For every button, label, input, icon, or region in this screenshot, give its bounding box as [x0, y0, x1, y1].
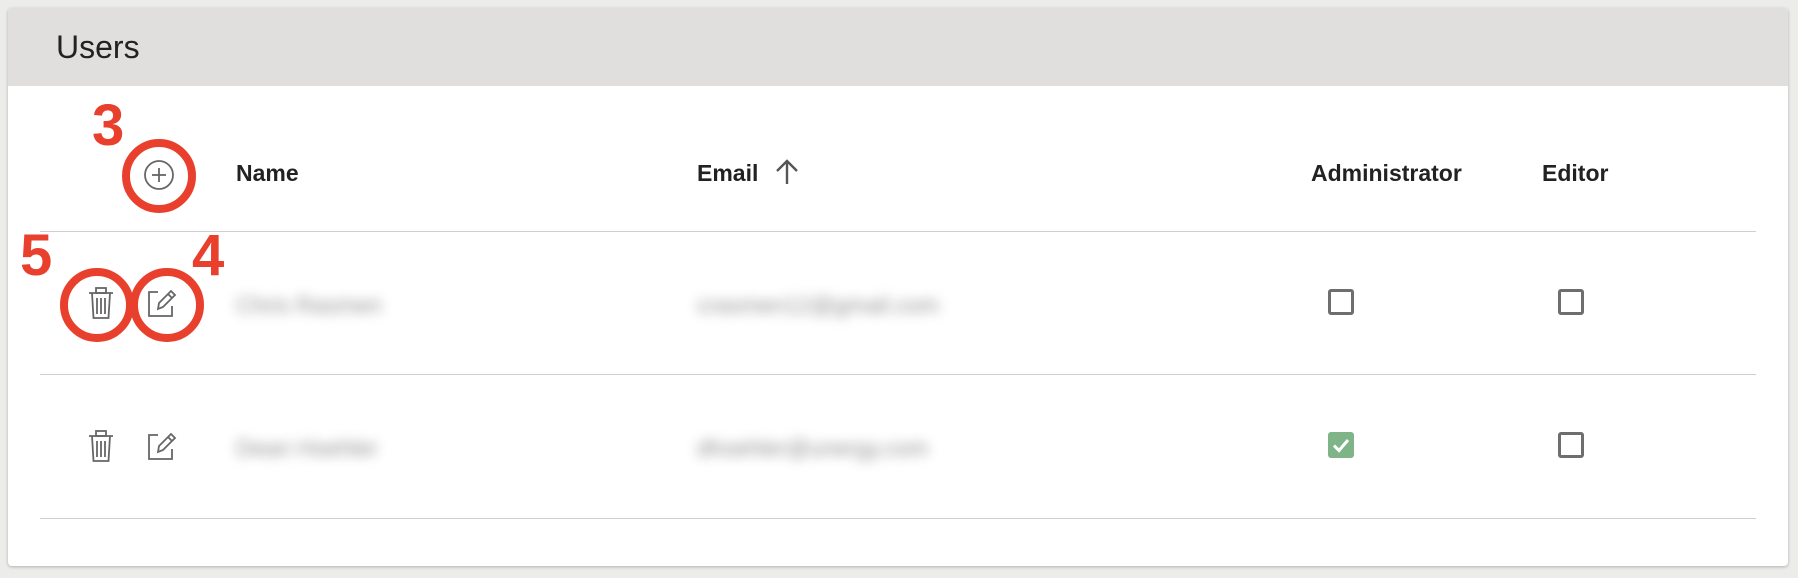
administrator-checkbox[interactable] — [1328, 289, 1354, 315]
row-email: dhoehler@unergy.com — [697, 435, 929, 461]
panel-title: Users — [56, 29, 140, 65]
annotation-ring-5 — [60, 268, 134, 342]
row-divider — [40, 374, 1756, 375]
column-header-administrator[interactable]: Administrator — [1311, 158, 1462, 188]
arrow-up-icon[interactable] — [772, 156, 802, 188]
edit-icon — [148, 432, 177, 460]
users-panel: Users Name Email Administrator Editor Ch… — [8, 8, 1788, 566]
annotation-number-4: 4 — [192, 223, 225, 288]
row-email: crasmen12@gmail.com — [697, 292, 939, 318]
checkmark-icon — [1332, 439, 1350, 453]
trash-icon — [89, 430, 113, 462]
edit-button[interactable] — [144, 428, 178, 464]
header-divider — [40, 231, 1756, 232]
row-name: Dean Hoehler — [236, 435, 378, 461]
annotation-ring-3 — [122, 139, 196, 213]
row-divider — [40, 518, 1756, 519]
editor-checkbox[interactable] — [1558, 432, 1584, 458]
column-header-editor[interactable]: Editor — [1542, 158, 1608, 188]
column-header-email[interactable]: Email — [697, 158, 758, 188]
editor-checkbox[interactable] — [1558, 289, 1584, 315]
row-name: Chris Rasmen — [236, 292, 382, 318]
annotation-number-3: 3 — [92, 93, 125, 158]
delete-button[interactable] — [84, 428, 118, 464]
panel-header: Users — [8, 8, 1788, 86]
column-header-name[interactable]: Name — [236, 158, 299, 188]
annotation-number-5: 5 — [20, 223, 53, 288]
administrator-checkbox[interactable] — [1328, 432, 1354, 458]
